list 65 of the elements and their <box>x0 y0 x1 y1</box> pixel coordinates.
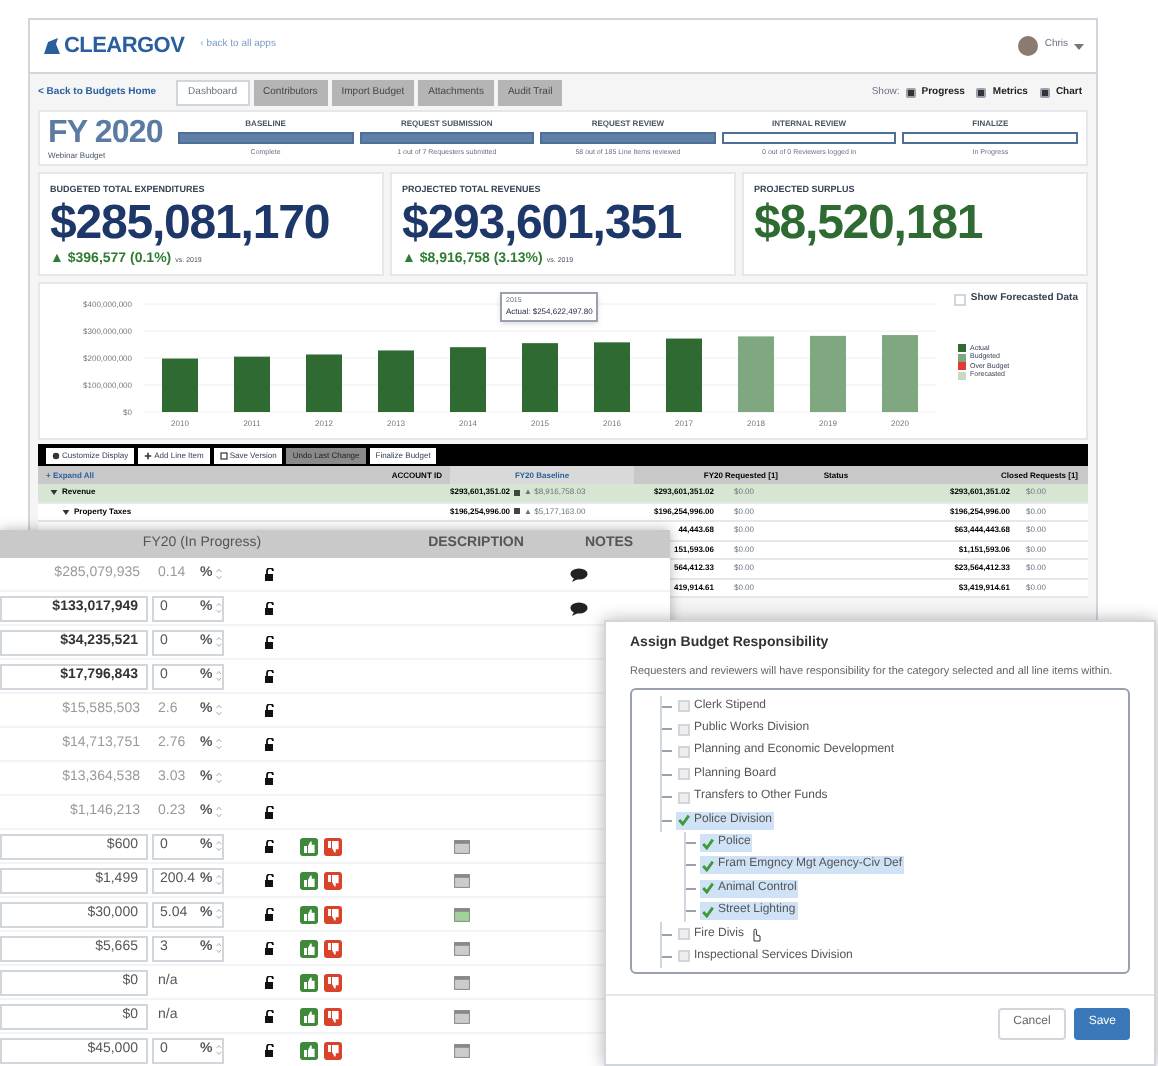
spinner-icon <box>216 602 222 614</box>
unlocked-lock-icon <box>264 669 274 683</box>
checkbox[interactable] <box>905 87 916 98</box>
logo-text: CLEARGOV <box>64 31 185 62</box>
spinner-icon <box>216 704 223 716</box>
unlocked-lock-icon <box>264 907 274 921</box>
spinner-icon <box>216 568 223 580</box>
plus-icon <box>144 451 153 459</box>
thumbs-down-icon <box>324 1041 342 1059</box>
checkbox[interactable] <box>678 768 690 781</box>
spinner-icon <box>216 738 223 750</box>
metric-value: $8,520,181 <box>754 197 985 250</box>
checkbox[interactable] <box>678 928 690 941</box>
thumbs-up-icon <box>300 973 318 991</box>
spinner-icon <box>216 772 223 784</box>
thumbs-up-icon <box>300 939 318 957</box>
thumbs-up-icon <box>300 905 318 923</box>
spinner-icon <box>216 1044 222 1056</box>
thumbs-up-icon <box>300 1007 318 1025</box>
avatar <box>1018 36 1039 56</box>
unlocked-lock-icon <box>264 1009 274 1023</box>
caret-icon <box>1074 42 1084 50</box>
unlocked-lock-icon <box>264 703 274 717</box>
document-icon <box>219 451 228 459</box>
thumbs-up-icon <box>300 871 318 889</box>
checkbox[interactable] <box>1039 87 1050 98</box>
unlocked-lock-icon <box>264 567 274 581</box>
thumbs-down-icon <box>324 939 342 957</box>
thumbs-down-icon <box>324 1007 342 1025</box>
unlocked-lock-icon <box>264 635 274 649</box>
unlocked-lock-icon <box>264 737 274 751</box>
checkbox[interactable] <box>678 791 690 804</box>
unlocked-lock-icon <box>264 941 274 955</box>
metric-value: $293,601,351 <box>402 197 684 250</box>
spinner-icon <box>216 874 222 886</box>
thumbs-down-icon <box>324 973 342 991</box>
checkbox[interactable] <box>976 87 987 98</box>
checkbox[interactable] <box>678 700 690 713</box>
unlocked-lock-icon <box>264 975 274 989</box>
spinner-icon <box>216 908 222 920</box>
badge-icon <box>514 508 521 515</box>
checkbox[interactable] <box>678 723 690 736</box>
badge-icon <box>514 489 521 496</box>
unlocked-lock-icon <box>264 839 274 853</box>
metric-value: $285,081,170 <box>50 197 332 250</box>
spinner-icon <box>216 942 222 954</box>
budget-title: FY 2020 <box>48 115 165 149</box>
thumbs-down-icon <box>324 837 342 855</box>
unlocked-lock-icon <box>264 873 274 887</box>
thumbs-up-icon <box>300 837 318 855</box>
unlocked-lock-icon <box>264 771 274 785</box>
thumbs-up-icon <box>300 1041 318 1059</box>
spinner-icon <box>216 840 222 852</box>
spinner-icon <box>216 636 222 648</box>
checkbox[interactable] <box>678 745 690 758</box>
checkbox[interactable] <box>678 950 690 963</box>
unlocked-lock-icon <box>264 1043 274 1057</box>
checkbox[interactable] <box>954 293 967 306</box>
unlocked-lock-icon <box>264 805 274 819</box>
spinner-icon <box>216 670 222 682</box>
thumbs-down-icon <box>324 871 342 889</box>
logo-icon <box>42 36 62 56</box>
spinner-icon <box>216 806 223 818</box>
thumbs-down-icon <box>324 905 342 923</box>
unlocked-lock-icon <box>264 601 274 615</box>
